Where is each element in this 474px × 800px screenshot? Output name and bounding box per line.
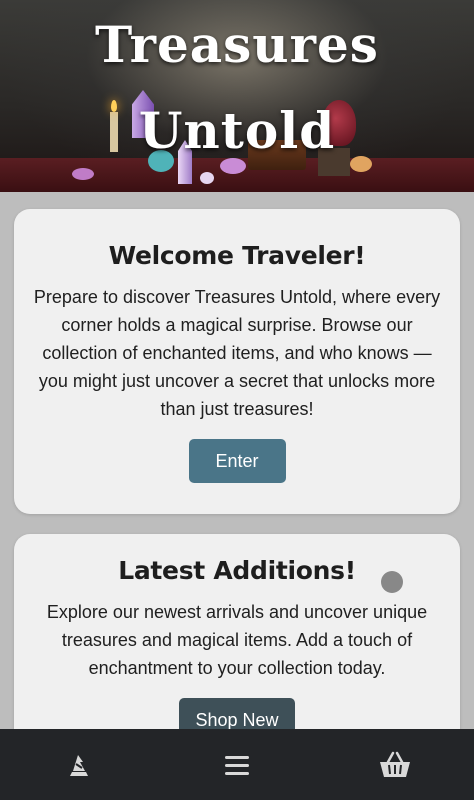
basket-icon[interactable] — [375, 745, 415, 785]
menu-icon[interactable] — [217, 745, 257, 785]
latest-text: Explore our newest arrivals and uncover … — [46, 602, 428, 678]
hero-banner: Treasures Untold — [0, 0, 474, 192]
site-title: Treasures Untold — [0, 2, 474, 174]
site-title-line2: Untold — [138, 101, 336, 160]
welcome-heading: Welcome Traveler! — [108, 241, 366, 270]
site-title-line1: Treasures — [95, 15, 379, 74]
enter-button[interactable]: Enter — [188, 439, 286, 483]
wizard-hat-icon[interactable] — [59, 745, 99, 785]
welcome-card: Welcome Traveler! Prepare to discover Tr… — [14, 209, 460, 514]
bottom-navigation — [0, 729, 474, 800]
welcome-text: Prepare to discover Treasures Untold, wh… — [33, 287, 441, 419]
touch-indicator — [381, 571, 403, 593]
